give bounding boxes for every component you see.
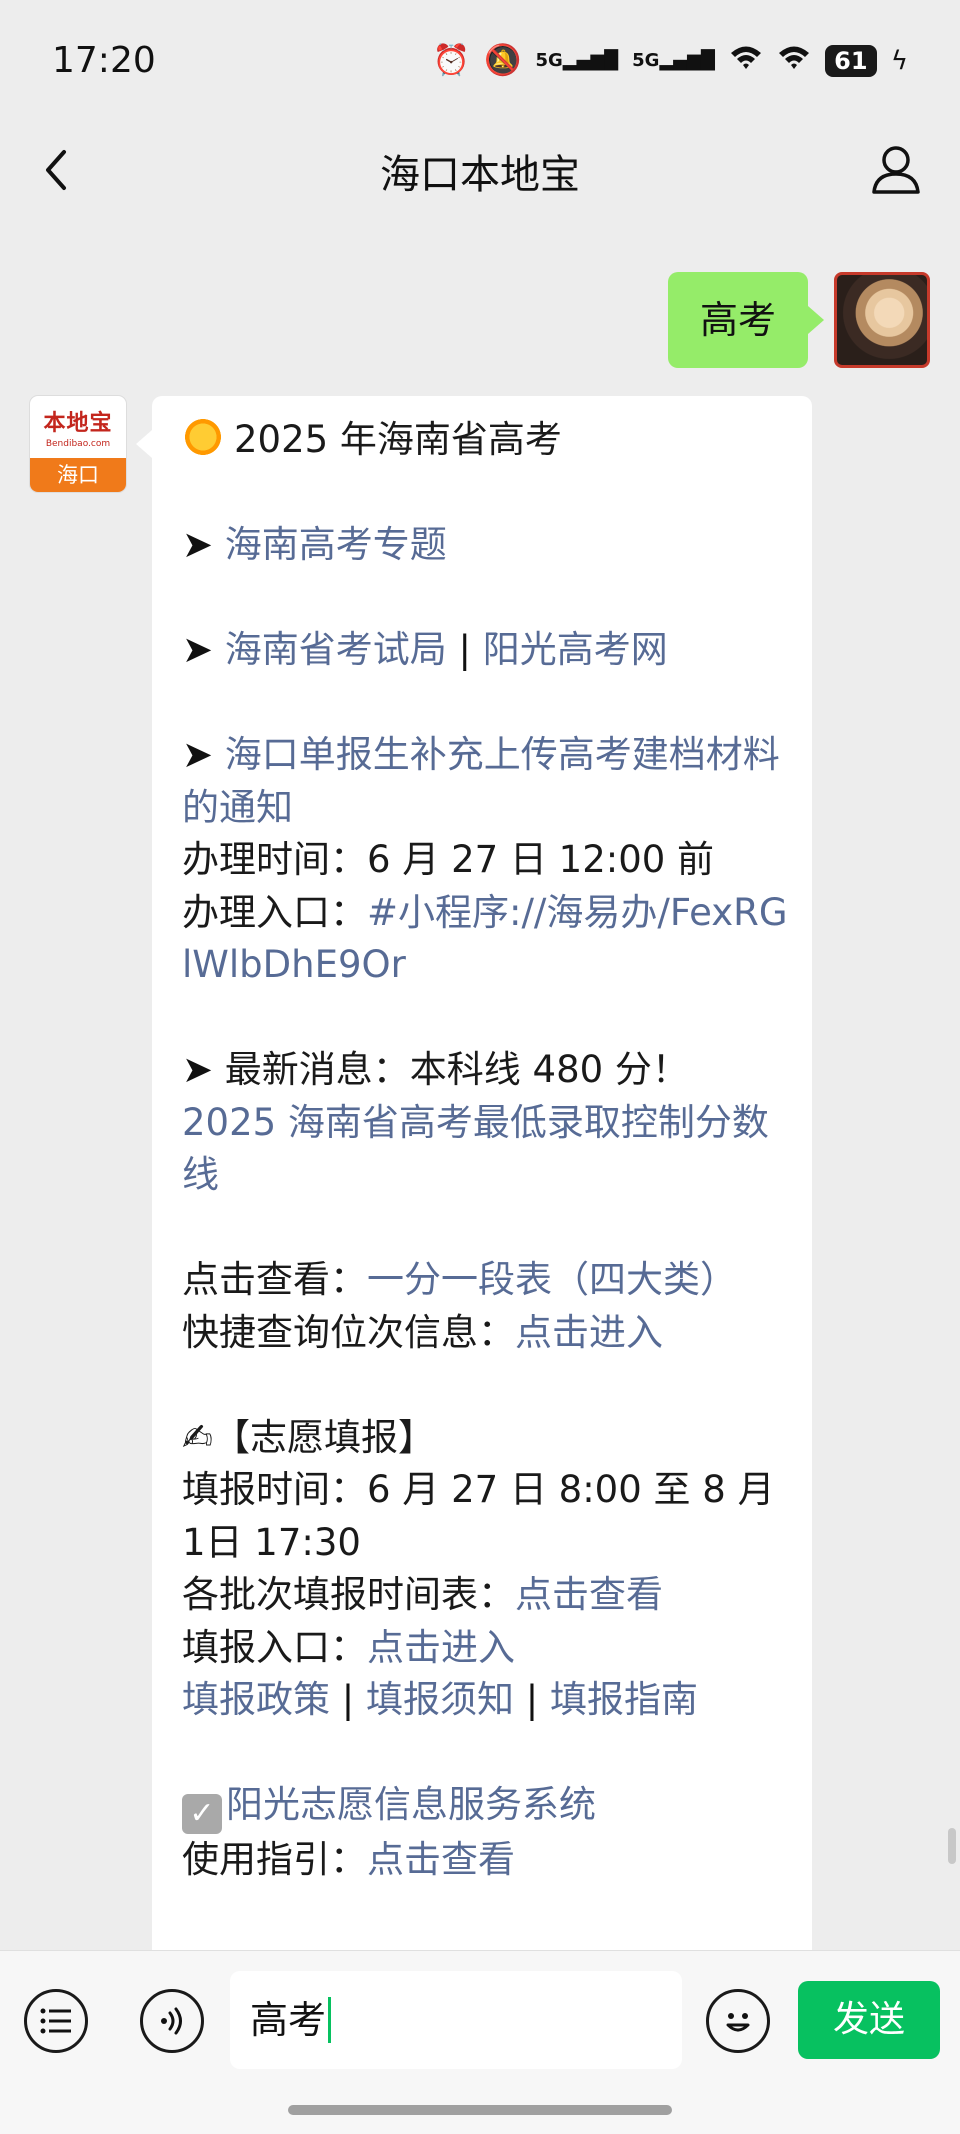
wifi-icon — [777, 44, 811, 78]
sun-icon — [182, 416, 224, 458]
score-line-link[interactable]: 2025 海南省高考最低录取控制分数线 — [182, 1101, 769, 1197]
arrow-icon: ➤ — [182, 523, 225, 566]
nav-bar: 海口本地宝 — [0, 120, 960, 220]
checkmark-icon: ✓ — [182, 1794, 222, 1834]
fill-time-line: 填报时间：6 月 27 日 8:00 至 8 月 1日 17:30 — [182, 1464, 788, 1569]
separator: | — [458, 628, 471, 671]
text-caret — [328, 1997, 332, 2043]
latest-line: ➤ 最新消息：本科线 480 分！ — [182, 1044, 788, 1097]
my-avatar[interactable] — [834, 272, 930, 368]
notice-link[interactable]: 海口单报生补充上传高考建档材料的通知 — [182, 733, 780, 829]
chat-title: 海口本地宝 — [380, 152, 580, 198]
bot-reply-bubble: 2025 年海南省高考 ➤ 海南高考专题 ➤ 海南省考试局 | 阳光高考网 ➤ … — [136, 396, 812, 1950]
emoji-icon[interactable] — [706, 1989, 770, 2053]
reply-title-line: 2025 年海南省高考 — [182, 414, 788, 467]
separator: | — [341, 1678, 355, 1721]
message-input-text: 高考 — [250, 1998, 327, 2042]
guide-link[interactable]: 填报指南 — [550, 1678, 698, 1721]
fill-entry-link[interactable]: 点击进入 — [367, 1626, 515, 1669]
system-link[interactable]: 阳光志愿信息服务系统 — [226, 1783, 596, 1826]
network-type: 5G — [535, 50, 563, 71]
usage-label: 使用指引： — [182, 1838, 367, 1881]
home-indicator[interactable] — [288, 2105, 672, 2115]
handle-entry-line: 办理入口：#小程序://海易办/FexRGlWlbDhE9Or — [182, 887, 788, 992]
status-time: 17:20 — [52, 40, 156, 81]
wish-title: 【志愿填报】 — [213, 1415, 436, 1459]
logo-domain: Bendibao.com — [45, 439, 111, 449]
separator: | — [525, 1678, 539, 1721]
notice-line: ➤ 海口单报生补充上传高考建档材料的通知 — [182, 729, 788, 834]
menu-icon[interactable] — [24, 1989, 88, 2053]
batch-label: 各批次填报时间表： — [182, 1573, 515, 1616]
check-line: 点击查看：一分一段表（四大类） — [182, 1254, 788, 1307]
check-label: 点击查看： — [182, 1258, 367, 1301]
charging-icon: ϟ — [890, 46, 908, 76]
rank-link[interactable]: 点击进入 — [515, 1311, 663, 1354]
handle-time-value: 6 月 27 日 12:00 前 — [367, 838, 715, 881]
policy-line: 填报政策 | 填报须知 | 填报指南 — [182, 1674, 788, 1727]
batch-line: 各批次填报时间表：点击查看 — [182, 1569, 788, 1622]
battery-icon: 61 — [824, 45, 877, 77]
status-bar: 17:20 ⏰ 🔕 5G▂▄▆█ 5G▂▄▆█ 61 ϟ — [0, 0, 960, 120]
status-icons: ⏰ 🔕 5G▂▄▆█ 5G▂▄▆█ 61 ϟ — [433, 44, 908, 78]
arrow-icon: ➤ — [182, 733, 225, 776]
topic-link[interactable]: 海南高考专题 — [225, 523, 447, 566]
alarm-icon: ⏰ — [432, 43, 471, 78]
writing-hand-icon: ✍ — [182, 1415, 214, 1459]
handle-entry-label: 办理入口： — [182, 890, 367, 934]
wish-title-line: ✍【志愿填报】 — [182, 1412, 788, 1465]
system-line: ✓ 阳光志愿信息服务系统 — [182, 1779, 788, 1834]
logo-city: 海口 — [30, 458, 126, 492]
handle-time-line: 办理时间：6 月 27 日 12:00 前 — [182, 834, 788, 887]
bot-avatar[interactable]: 本地宝 Bendibao.com 海口 — [30, 396, 126, 492]
batch-link[interactable]: 点击查看 — [515, 1573, 663, 1616]
voice-icon[interactable] — [140, 1989, 204, 2053]
send-button[interactable]: 发送 — [798, 1981, 940, 2059]
exam-bureau-link[interactable]: 海南省考试局 — [225, 628, 447, 671]
usage-link[interactable]: 点击查看 — [367, 1838, 515, 1881]
topic-line: ➤ 海南高考专题 — [182, 519, 788, 572]
bureau-line: ➤ 海南省考试局 | 阳光高考网 — [182, 624, 788, 677]
rank-label: 快捷查询位次信息： — [182, 1310, 515, 1354]
bendibao-logo: 本地宝 Bendibao.com — [30, 396, 126, 458]
sunshine-gaokao-link[interactable]: 阳光高考网 — [483, 628, 668, 671]
scrollbar-thumb[interactable] — [948, 1828, 956, 1864]
input-bar: 高考 发送 — [0, 1950, 960, 2134]
message-input[interactable]: 高考 — [230, 1971, 682, 2069]
fill-entry-line: 填报入口：点击进入 — [182, 1622, 788, 1675]
latest-label: 最新消息：本科线 480 分！ — [224, 1048, 689, 1091]
my-message-bubble[interactable]: 高考 — [667, 272, 825, 368]
chat-area[interactable]: 高考 本地宝 Bendibao.com 海口 2025 年海南省高考 ➤ 海南高… — [0, 220, 960, 1950]
person-icon[interactable] — [866, 140, 926, 200]
score-table-link[interactable]: 一分一段表（四大类） — [367, 1258, 737, 1301]
fill-time-label: 填报时间： — [182, 1468, 367, 1511]
notice-rules-link[interactable]: 填报须知 — [366, 1678, 514, 1721]
score-line: 2025 海南省高考最低录取控制分数线 — [182, 1097, 788, 1202]
logo-brand: 本地宝 — [43, 411, 113, 436]
usage-line: 使用指引：点击查看 — [182, 1834, 788, 1887]
rank-line: 快捷查询位次信息：点击进入 — [182, 1307, 788, 1360]
fill-entry-label: 填报入口： — [182, 1625, 367, 1669]
signal-icon: 5G▂▄▆█ — [535, 50, 619, 71]
signal-icon: 5G▂▄▆█ — [632, 50, 715, 71]
reply-title: 2025 年海南省高考 — [234, 418, 562, 461]
arrow-icon: ➤ — [182, 1048, 225, 1091]
network-type: 5G — [632, 50, 660, 71]
arrow-icon: ➤ — [182, 628, 225, 671]
policy-link[interactable]: 填报政策 — [182, 1678, 330, 1721]
mute-icon: 🔕 — [484, 43, 522, 78]
wifi-icon — [729, 44, 763, 78]
handle-time-label: 办理时间： — [182, 838, 367, 881]
